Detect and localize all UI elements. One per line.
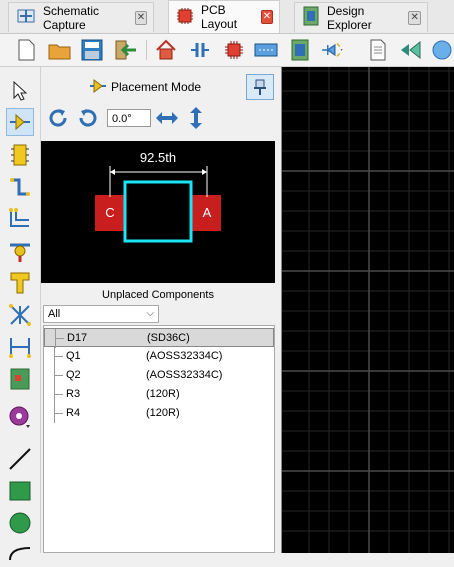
- list-item[interactable]: R4 (120R): [44, 404, 274, 423]
- component-outline: [123, 180, 193, 243]
- schematic-icon: [15, 5, 37, 30]
- filter-value: All: [48, 308, 61, 320]
- tab-label: Design Explorer: [327, 3, 372, 32]
- unplaced-components-list: D17 (SD36C) Q1 (AOSS32334C) Q2 (AOSS3233…: [43, 325, 275, 553]
- component-value: (AOSS32334C): [146, 369, 223, 381]
- close-icon[interactable]: ✕: [134, 10, 147, 25]
- pad-icon[interactable]: [6, 141, 34, 169]
- unplaced-components-title: Unplaced Components: [102, 289, 214, 301]
- component-preview: 92.5th C A: [41, 141, 275, 283]
- pcb-editing-canvas[interactable]: [281, 67, 454, 553]
- rotate-clockwise-icon[interactable]: [47, 107, 69, 132]
- home-icon[interactable]: [154, 38, 178, 62]
- chip-icon[interactable]: [222, 38, 246, 62]
- pcb-chip-icon: [175, 6, 195, 29]
- flip-horizontal-icon[interactable]: [155, 109, 179, 130]
- route-icon[interactable]: [320, 38, 344, 62]
- rectangle-icon[interactable]: [6, 477, 34, 505]
- component-icon[interactable]: [188, 38, 212, 62]
- dimension-label: 92.5th: [140, 150, 176, 165]
- tab-label: Schematic Capture: [43, 3, 100, 32]
- document-icon[interactable]: [366, 38, 390, 62]
- exit-icon[interactable]: [114, 38, 138, 62]
- placement-mode-row: Placement Mode: [41, 71, 277, 101]
- placement-panel: Placement Mode 0.0° 92.5th C A Unplaced …: [41, 67, 277, 553]
- filter-select[interactable]: All ⌵: [43, 305, 159, 323]
- component-designator: D17: [67, 332, 88, 344]
- orientation-row: 0.0°: [41, 105, 277, 135]
- list-item[interactable]: R3 (120R): [44, 385, 274, 404]
- tab-design-explorer[interactable]: Design Explorer ✕: [294, 2, 428, 32]
- globe-icon[interactable]: [430, 38, 454, 62]
- component-value: (AOSS32334C): [146, 350, 223, 362]
- component-value: (SD36C): [147, 332, 190, 344]
- select-arrow-icon[interactable]: [6, 77, 34, 105]
- dimension-icon[interactable]: [6, 333, 34, 361]
- arc-icon[interactable]: [6, 539, 34, 567]
- tab-pcb-layout[interactable]: PCB Layout ✕: [168, 0, 280, 33]
- pin-button[interactable]: [246, 74, 274, 100]
- ratsnest-icon[interactable]: [6, 301, 34, 329]
- pad-anode-label: A: [203, 205, 212, 220]
- list-item[interactable]: Q1 (AOSS32334C): [44, 347, 274, 366]
- component-designator: R4: [66, 407, 81, 419]
- document-tab-bar: Schematic Capture ✕ PCB Layout ✕ Design …: [0, 0, 454, 34]
- angle-input[interactable]: 0.0°: [107, 109, 151, 127]
- flip-vertical-icon[interactable]: [187, 106, 205, 133]
- close-icon[interactable]: ✕: [408, 10, 421, 25]
- via-icon[interactable]: [6, 237, 34, 265]
- list-item[interactable]: Q2 (AOSS32334C): [44, 366, 274, 385]
- rotate-anticlockwise-icon[interactable]: [77, 107, 99, 132]
- tab-schematic-capture[interactable]: Schematic Capture ✕: [8, 2, 154, 32]
- board-edge-icon[interactable]: [6, 365, 34, 393]
- line-icon[interactable]: [6, 445, 34, 473]
- board-icon[interactable]: [288, 38, 312, 62]
- left-tool-palette: [0, 67, 41, 560]
- bus-icon[interactable]: [6, 205, 34, 233]
- explorer-icon: [301, 5, 321, 30]
- main-toolbar: [0, 34, 454, 67]
- close-icon[interactable]: ✕: [260, 10, 273, 24]
- target-icon[interactable]: [6, 403, 34, 431]
- list-item[interactable]: D17 (SD36C): [44, 328, 274, 348]
- t-junction-icon[interactable]: [6, 269, 34, 297]
- open-folder-icon[interactable]: [48, 38, 72, 62]
- chevron-down-icon: ⌵: [146, 308, 154, 319]
- component-designator: Q2: [66, 369, 81, 381]
- circle-icon[interactable]: [6, 509, 34, 537]
- place-component-icon[interactable]: [6, 108, 34, 136]
- placement-mode-label: Placement Mode: [111, 80, 202, 94]
- component-value: (120R): [146, 407, 180, 419]
- component-designator: R3: [66, 388, 81, 400]
- save-icon[interactable]: [80, 38, 104, 62]
- place-component-icon: [89, 77, 107, 98]
- pad-cathode-label: C: [105, 205, 114, 220]
- component-value: (120R): [146, 388, 180, 400]
- tab-label: PCB Layout: [201, 3, 238, 31]
- track-icon[interactable]: [6, 173, 34, 201]
- resistor-pack-icon[interactable]: [254, 38, 278, 62]
- new-file-icon[interactable]: [14, 38, 38, 62]
- component-designator: Q1: [66, 350, 81, 362]
- 3d-view-icon[interactable]: [398, 38, 422, 62]
